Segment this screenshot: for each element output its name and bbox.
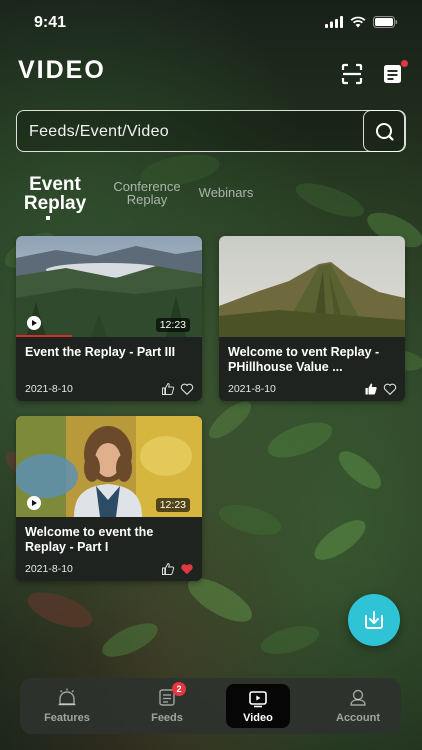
tab-label: Replay xyxy=(23,193,87,214)
account-icon xyxy=(350,689,366,706)
active-tab-indicator xyxy=(46,216,50,220)
video-duration: 12:23 xyxy=(155,318,190,332)
video-icon xyxy=(249,691,267,708)
nav-label: Features xyxy=(44,712,90,724)
tab-label: Replay xyxy=(126,192,168,207)
signal-icon xyxy=(325,16,343,28)
heart-icon[interactable] xyxy=(383,382,397,396)
play-icon[interactable] xyxy=(27,496,41,510)
status-bar: 9:41 xyxy=(0,0,422,46)
nav-item-features[interactable]: Features xyxy=(35,678,99,734)
video-card[interactable]: Welcome to vent Replay - PHillhouse Valu… xyxy=(219,236,405,401)
thumbs-up-icon[interactable] xyxy=(161,562,175,576)
nav-label: Video xyxy=(243,712,273,724)
notification-dot xyxy=(401,60,408,67)
news-icon[interactable] xyxy=(381,60,408,86)
nav-item-account[interactable]: Account xyxy=(326,678,390,734)
nav-item-video[interactable]: Video xyxy=(226,684,290,728)
nav-item-feeds[interactable]: 2 Feeds xyxy=(135,678,199,734)
video-card[interactable]: 12:23 Event the Replay - Part III 2021-8… xyxy=(16,236,202,401)
search-input[interactable]: Feeds/Event/Video xyxy=(16,109,406,152)
nav-label: Account xyxy=(336,712,380,724)
search-button[interactable] xyxy=(363,109,405,152)
video-thumbnail[interactable]: 12:23 xyxy=(16,236,202,337)
video-date: 2021-8-10 xyxy=(25,563,73,575)
tab-label: Event xyxy=(29,174,81,195)
video-date: 2021-8-10 xyxy=(228,383,276,395)
wifi-icon xyxy=(350,16,366,28)
battery-icon xyxy=(373,16,398,28)
download-button[interactable] xyxy=(348,594,400,646)
download-icon xyxy=(365,611,383,629)
thumbs-up-icon[interactable] xyxy=(161,382,175,396)
status-icons xyxy=(325,16,398,28)
bottom-nav: Features 2 Feeds Video Account xyxy=(20,678,401,734)
tab-conference-replay[interactable]: Conference Replay xyxy=(110,180,184,206)
video-card[interactable]: 12:23 Welcome to event the Replay - Part… xyxy=(16,416,202,581)
heart-icon[interactable] xyxy=(180,382,194,396)
video-title[interactable]: Welcome to event the Replay - Part I xyxy=(25,525,193,555)
scan-icon[interactable] xyxy=(340,62,364,86)
tab-webinars[interactable]: Webinars xyxy=(196,186,256,199)
thumbs-up-icon[interactable] xyxy=(364,382,378,396)
nav-label: Feeds xyxy=(151,712,183,724)
search-placeholder: Feeds/Event/Video xyxy=(29,123,170,140)
heart-icon[interactable] xyxy=(180,562,194,576)
status-time: 9:41 xyxy=(34,14,67,31)
video-title[interactable]: Event the Replay - Part III xyxy=(25,345,193,360)
video-thumbnail[interactable] xyxy=(219,236,405,337)
tab-event-replay[interactable]: Event Replay xyxy=(22,175,88,213)
notification-badge: 2 xyxy=(172,682,186,696)
search-icon xyxy=(376,122,394,141)
video-thumbnail[interactable]: 12:23 xyxy=(16,416,202,517)
video-duration: 12:23 xyxy=(155,498,190,512)
features-icon xyxy=(58,688,76,706)
page-title: VIDEO xyxy=(18,56,106,84)
video-title[interactable]: Welcome to vent Replay - PHillhouse Valu… xyxy=(228,345,396,375)
play-icon[interactable] xyxy=(27,316,41,330)
video-date: 2021-8-10 xyxy=(25,383,73,395)
